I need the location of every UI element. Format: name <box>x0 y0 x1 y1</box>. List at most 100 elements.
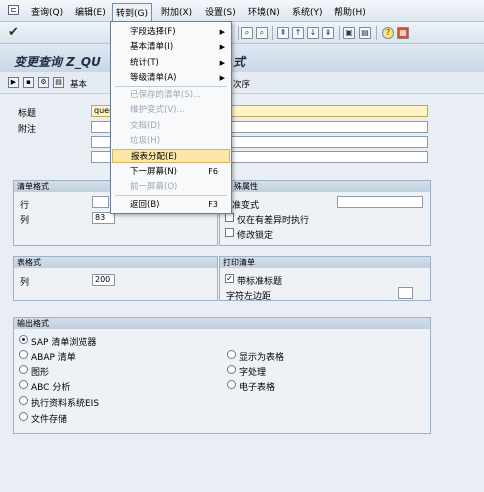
standard-title-label: 带标准标题 <box>237 277 283 287</box>
menu-extras[interactable]: 附加(X) <box>161 5 192 18</box>
menu-item-basic-list[interactable]: 基本清单(I) ▶ <box>112 40 230 54</box>
menu-bar: ⊏ 查询(Q) 编辑(E) 转到(G) 附加(X) 设置(S) 环境(N) 系统… <box>0 0 484 22</box>
standard-title-checkbox[interactable]: ✓ <box>225 274 234 283</box>
page-title-suffix: 式 <box>233 55 246 69</box>
standard-variant-label: 准变式 <box>232 201 260 211</box>
sequence-button[interactable]: 次序 <box>233 78 250 90</box>
page-title: 变更查询 Z_QU <box>14 55 101 69</box>
basic-list-button[interactable]: 基本 <box>70 78 87 90</box>
submenu-arrow-icon: ▶ <box>219 59 225 67</box>
menu-item-documentation[interactable]: 文档(D) <box>112 119 230 133</box>
submenu-arrow-icon: ▶ <box>219 43 225 51</box>
shortcut-key: F3 <box>208 200 218 209</box>
menu-item-saved-lists[interactable]: 已保存的清单(S)... <box>112 88 230 102</box>
menu-settings[interactable]: 设置(S) <box>205 5 236 18</box>
window-menu-icon[interactable]: ⊏ <box>8 5 19 15</box>
find-next-icon[interactable]: ⌕ <box>256 27 268 39</box>
next-page-icon[interactable]: ↓ <box>307 27 319 39</box>
menu-item-previous-screen[interactable]: 前一屏幕(O) <box>112 180 230 194</box>
shortcut-icon[interactable]: ▤ <box>359 27 371 39</box>
abap-list-label: ABAP 清单 <box>31 353 76 363</box>
standard-variant-field[interactable] <box>337 196 423 208</box>
application-toolbar: ▶ ▪ ⚙ ▤ 基本 次序 <box>0 72 484 94</box>
print-list-title: 打印清单 <box>220 257 430 268</box>
sap-window: ⊏ 查询(Q) 编辑(E) 转到(G) 附加(X) 设置(S) 环境(N) 系统… <box>0 0 484 492</box>
eis-radio[interactable] <box>19 396 28 405</box>
abap-list-radio[interactable] <box>19 350 28 359</box>
print-list-group: 打印清单 ✓ 带标准标题 字符左边距 <box>219 256 431 302</box>
note-label: 附注 <box>18 125 37 135</box>
display-table-label: 显示为表格 <box>239 353 285 363</box>
diff-only-checkbox[interactable] <box>225 213 234 222</box>
toolbar-separator <box>376 26 377 40</box>
table-column-label: 列 <box>20 278 30 288</box>
find-icon[interactable]: ⌕ <box>241 27 253 39</box>
goto-dropdown-menu: 字段选择(F) ▶ 基本清单(I) ▶ 统计(T) ▶ 等级清单(A) ▶ 已保存的清单… <box>110 21 232 214</box>
variant-icon[interactable]: ⚙ <box>38 77 49 88</box>
sap-list-viewer-radio[interactable] <box>19 335 28 344</box>
standard-toolbar: ✔ ⌕ ⌕ ⇞ ↑ ↓ ⇟ ▣ ▤ ? ▦ <box>0 22 484 44</box>
check-icon[interactable]: ✔ <box>8 25 19 40</box>
save-icon[interactable]: ▪ <box>23 77 34 88</box>
left-margin-field[interactable] <box>398 287 413 299</box>
menu-item-statistics[interactable]: 统计(T) ▶ <box>112 56 230 70</box>
word-processing-radio[interactable] <box>227 365 236 374</box>
new-session-icon[interactable]: ▣ <box>343 27 355 39</box>
sap-list-viewer-label: SAP 清单浏览器 <box>31 338 97 348</box>
output-format-group: 输出格式 SAP 清单浏览器 ABAP 清单 图形 ABC 分析 执行资料系统E… <box>13 317 431 434</box>
spreadsheet-label: 电子表格 <box>239 383 276 393</box>
left-margin-label: 字符左边距 <box>226 292 272 302</box>
submenu-arrow-icon: ▶ <box>219 74 225 82</box>
toolbar-separator <box>339 26 340 40</box>
table-icon[interactable]: ▤ <box>53 77 64 88</box>
title-label: 标题 <box>18 109 37 119</box>
column-label: 列 <box>20 216 30 226</box>
table-format-title: 表格式 <box>14 257 217 268</box>
modify-lock-label: 修改锁定 <box>237 231 274 241</box>
menu-item-report-assignment[interactable]: 报表分配(E) <box>112 149 230 163</box>
toolbar-separator <box>238 26 239 40</box>
menu-item-ranked-list[interactable]: 等级清单(A) ▶ <box>112 71 230 85</box>
abc-analysis-label: ABC 分析 <box>31 383 71 393</box>
main-area: 标题 quer 附注 清单格式 行 列 83 殊属性 准变式 仅在有差异时执行 … <box>0 94 484 492</box>
graphic-label: 图形 <box>31 368 50 378</box>
modify-lock-checkbox[interactable] <box>225 228 234 237</box>
table-format-group: 表格式 列 200 <box>13 256 218 301</box>
last-page-icon[interactable]: ⇟ <box>322 27 334 39</box>
display-table-radio[interactable] <box>227 350 236 359</box>
prev-page-icon[interactable]: ↑ <box>292 27 304 39</box>
menu-system[interactable]: 系统(Y) <box>292 5 323 18</box>
row-label: 行 <box>20 201 30 211</box>
menu-item-next-screen[interactable]: 下一屏幕(N) F6 <box>112 165 230 179</box>
help-icon[interactable]: ? <box>382 27 394 39</box>
menu-edit[interactable]: 编辑(E) <box>75 5 106 18</box>
abc-analysis-radio[interactable] <box>19 380 28 389</box>
menu-environment[interactable]: 环境(N) <box>248 5 280 18</box>
menu-item-field-selection[interactable]: 字段选择(F) ▶ <box>112 25 230 39</box>
word-processing-label: 字处理 <box>239 368 267 378</box>
output-format-title: 输出格式 <box>14 318 430 329</box>
title-bar: 变更查询 Z_QU 式 <box>0 44 484 72</box>
menu-help[interactable]: 帮助(H) <box>334 5 366 18</box>
submenu-arrow-icon: ▶ <box>219 28 225 36</box>
diff-only-label: 仅在有差异时执行 <box>237 216 310 226</box>
table-column-field[interactable]: 200 <box>92 274 115 286</box>
menu-separator <box>115 86 227 87</box>
special-attributes-title: 殊属性 <box>220 181 430 192</box>
menu-query[interactable]: 查询(Q) <box>31 5 63 18</box>
menu-item-back[interactable]: 返回(B) F3 <box>112 198 230 212</box>
shortcut-key: F6 <box>208 167 218 176</box>
first-page-icon[interactable]: ⇞ <box>277 27 289 39</box>
layout-menu-icon[interactable]: ▦ <box>397 27 409 39</box>
execute-icon[interactable]: ▶ <box>8 77 19 88</box>
row-field[interactable] <box>92 196 109 208</box>
graphic-radio[interactable] <box>19 365 28 374</box>
menu-separator <box>115 195 227 196</box>
file-store-label: 文件存储 <box>31 415 68 425</box>
spreadsheet-radio[interactable] <box>227 380 236 389</box>
menu-goto[interactable]: 转到(G) <box>112 3 152 22</box>
menu-item-trash[interactable]: 垃圾(H) <box>112 134 230 148</box>
special-attributes-group: 殊属性 准变式 仅在有差异时执行 修改锁定 <box>219 180 431 246</box>
file-store-radio[interactable] <box>19 412 28 421</box>
menu-item-maintain-variants[interactable]: 维护变式(V)... <box>112 103 230 117</box>
